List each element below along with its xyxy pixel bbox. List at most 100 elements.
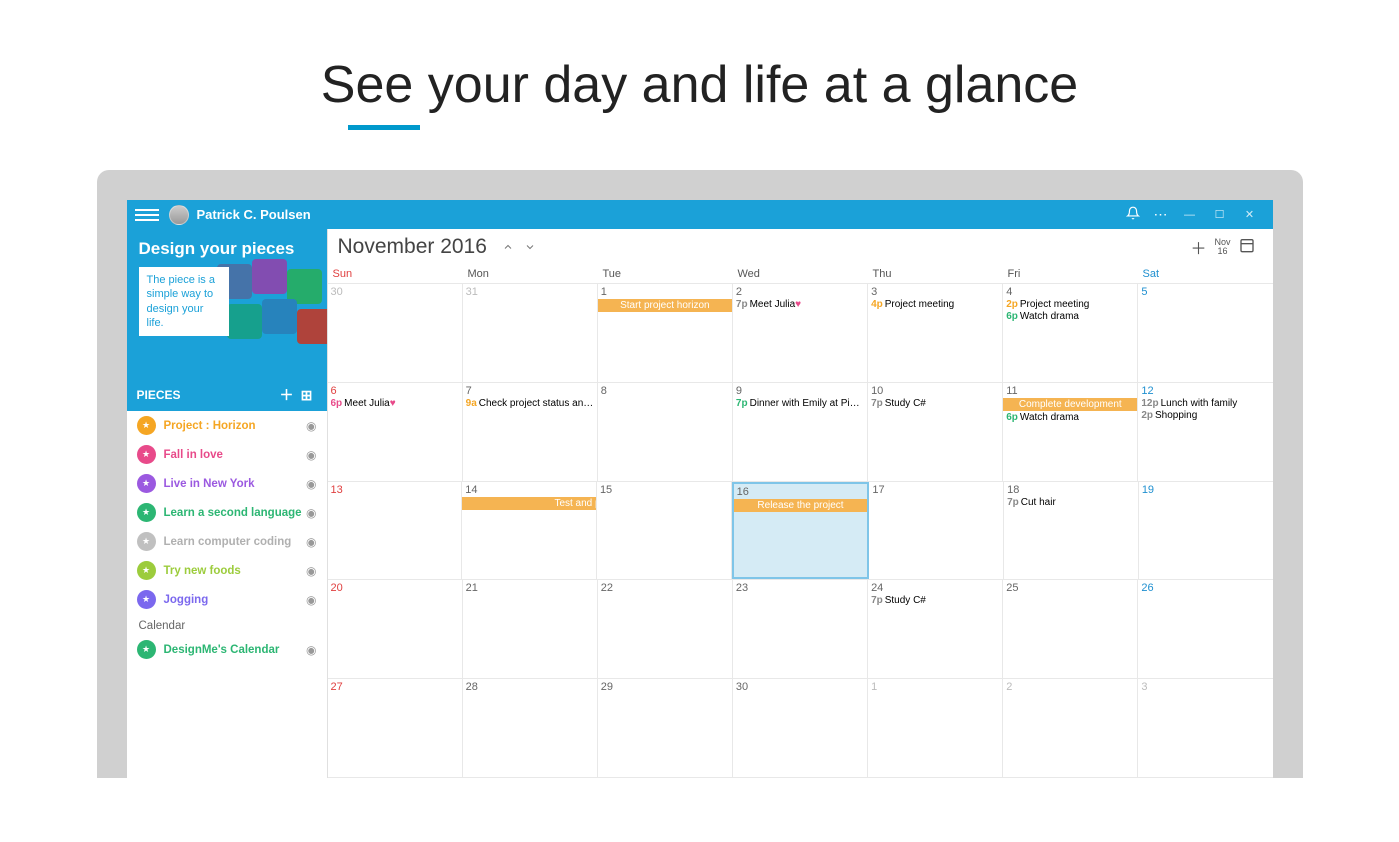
calendar-view-icon[interactable]	[1231, 237, 1263, 258]
piece-label: Try new foods	[164, 565, 307, 577]
close-button[interactable]: ✕	[1235, 208, 1265, 221]
day-cell[interactable]: 34pProject meeting	[868, 284, 1003, 382]
notification-icon[interactable]	[1119, 206, 1147, 223]
visibility-icon[interactable]: ◉	[306, 564, 316, 578]
day-cell[interactable]: 247pStudy C#	[868, 580, 1003, 678]
day-cell[interactable]: 21	[463, 580, 598, 678]
day-cell[interactable]: 28	[463, 679, 598, 777]
day-cell[interactable]: 3	[1138, 679, 1272, 777]
event[interactable]: 6pWatch drama	[1006, 412, 1134, 423]
event[interactable]: 7pStudy C#	[871, 595, 999, 606]
more-icon[interactable]: ⋯	[1147, 206, 1175, 223]
event[interactable]: 7pStudy C#	[871, 398, 999, 409]
prev-month-button[interactable]	[497, 236, 519, 258]
piece-icon: ★	[137, 445, 156, 464]
day-cell[interactable]: 5	[1138, 284, 1272, 382]
day-cell[interactable]: 26	[1138, 580, 1272, 678]
day-cell[interactable]: 17	[869, 482, 1004, 580]
event[interactable]: 2pShopping	[1141, 410, 1269, 421]
day-cell[interactable]: 66pMeet Julia♥	[328, 383, 463, 481]
avatar[interactable]	[169, 205, 189, 225]
event-bar[interactable]: Release the project	[734, 499, 868, 512]
minimize-button[interactable]: —	[1175, 209, 1205, 221]
day-number: 25	[1006, 582, 1134, 594]
day-number: 29	[601, 681, 729, 693]
event[interactable]: 7pDinner with Emily at Pike street	[736, 398, 864, 409]
piece-item[interactable]: ★ Project : Horizon ◉	[127, 411, 327, 440]
day-cell[interactable]: 22	[598, 580, 733, 678]
event[interactable]: 9aCheck project status and meeting	[466, 398, 594, 409]
day-number: 22	[601, 582, 729, 594]
piece-item[interactable]: ★ Jogging ◉	[127, 585, 327, 614]
maximize-button[interactable]: ☐	[1205, 208, 1235, 221]
day-number: 1	[601, 286, 729, 298]
week-row: 1314Test and prepare for release1516Rele…	[328, 482, 1273, 581]
day-cell[interactable]: 107pStudy C#	[868, 383, 1003, 481]
event[interactable]: 6pWatch drama	[1006, 311, 1134, 322]
event-bar[interactable]: Start project horizon	[598, 299, 732, 312]
day-cell[interactable]: 30	[733, 679, 868, 777]
day-cell[interactable]: 29	[598, 679, 733, 777]
day-cell[interactable]: 30	[328, 284, 463, 382]
visibility-icon[interactable]: ◉	[306, 535, 316, 549]
day-cell[interactable]: 27	[328, 679, 463, 777]
day-cell[interactable]: 79aCheck project status and meeting	[463, 383, 598, 481]
day-cell[interactable]: 23	[733, 580, 868, 678]
day-cell[interactable]: 14Test and prepare for release	[462, 482, 597, 580]
grid-view-icon[interactable]: ⊞	[297, 387, 317, 404]
piece-item[interactable]: ★ Learn computer coding ◉	[127, 527, 327, 556]
pieces-header: PIECES ＋ ⊞	[127, 379, 327, 411]
day-cell[interactable]: 97pDinner with Emily at Pike street	[733, 383, 868, 481]
event[interactable]: 12pLunch with family	[1141, 398, 1269, 409]
visibility-icon[interactable]: ◉	[306, 506, 316, 520]
day-cell[interactable]: 1	[868, 679, 1003, 777]
menu-icon[interactable]	[135, 203, 159, 227]
today-button[interactable]: Nov16	[1214, 238, 1230, 256]
event[interactable]: 2pProject meeting	[1006, 299, 1134, 310]
add-event-button[interactable]: ＋	[1182, 235, 1214, 259]
day-cell[interactable]: 20	[328, 580, 463, 678]
calendar-item[interactable]: ★ DesignMe's Calendar ◉	[127, 635, 327, 664]
piece-item[interactable]: ★ Try new foods ◉	[127, 556, 327, 585]
day-cell[interactable]: 15	[597, 482, 732, 580]
piece-item[interactable]: ★ Learn a second language ◉	[127, 498, 327, 527]
piece-item[interactable]: ★ Live in New York ◉	[127, 469, 327, 498]
next-month-button[interactable]	[519, 236, 541, 258]
event[interactable]: 4pProject meeting	[871, 299, 999, 310]
visibility-icon[interactable]: ◉	[306, 477, 316, 491]
day-number: 31	[466, 286, 594, 298]
day-number: 11	[1006, 385, 1134, 397]
event[interactable]: 7pCut hair	[1007, 497, 1135, 508]
day-number: 2	[736, 286, 864, 298]
add-piece-icon[interactable]: ＋	[277, 385, 297, 405]
week-row: 2021 22 23247pStudy C#25 26	[328, 580, 1273, 679]
day-cell[interactable]: 8	[598, 383, 733, 481]
event-bar[interactable]: Test and prepare for release	[462, 497, 597, 510]
day-cell[interactable]: 1Start project horizon	[598, 284, 733, 382]
event[interactable]: 6pMeet Julia♥	[331, 398, 459, 409]
piece-list: ★ Project : Horizon ◉★ Fall in love ◉★ L…	[127, 411, 327, 778]
day-number: 27	[331, 681, 459, 693]
day-cell[interactable]: 13	[328, 482, 463, 580]
day-cell[interactable]: 31	[463, 284, 598, 382]
day-number: 18	[1007, 484, 1135, 496]
visibility-icon[interactable]: ◉	[306, 643, 316, 657]
visibility-icon[interactable]: ◉	[306, 448, 316, 462]
visibility-icon[interactable]: ◉	[306, 419, 316, 433]
day-cell[interactable]: 187pCut hair	[1004, 482, 1139, 580]
day-number: 21	[466, 582, 594, 594]
day-of-week-header: SunMonTueWedThuFriSat	[328, 265, 1273, 284]
day-cell[interactable]: 2	[1003, 679, 1138, 777]
event-bar[interactable]: Complete development	[1003, 398, 1137, 411]
day-cell[interactable]: 1212pLunch with family2pShopping	[1138, 383, 1272, 481]
day-cell[interactable]: 42pProject meeting6pWatch drama	[1003, 284, 1138, 382]
visibility-icon[interactable]: ◉	[306, 593, 316, 607]
day-cell[interactable]: 25	[1003, 580, 1138, 678]
piece-item[interactable]: ★ Fall in love ◉	[127, 440, 327, 469]
calendar-icon: ★	[137, 640, 156, 659]
day-cell[interactable]: 19	[1139, 482, 1273, 580]
day-cell[interactable]: 16Release the project	[732, 482, 870, 580]
day-cell[interactable]: 11Complete development6pWatch drama	[1003, 383, 1138, 481]
event[interactable]: 7pMeet Julia♥	[736, 299, 864, 310]
day-cell[interactable]: 27pMeet Julia♥	[733, 284, 868, 382]
